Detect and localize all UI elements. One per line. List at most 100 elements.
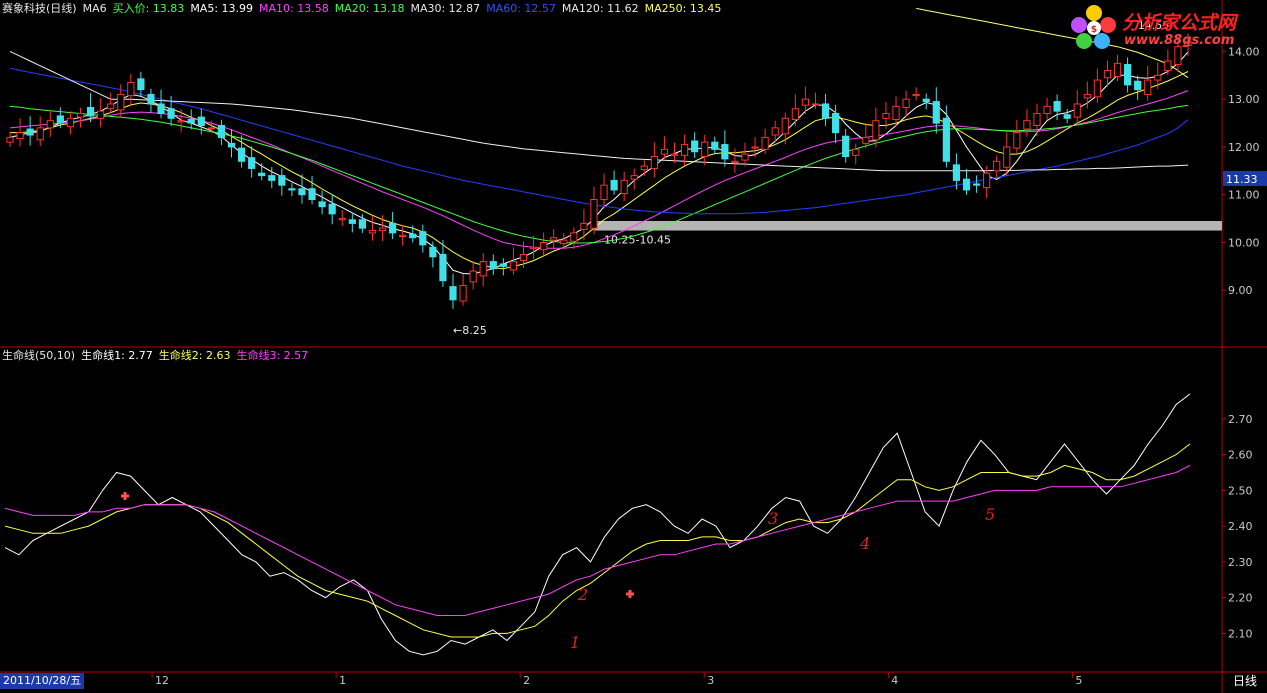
candle-up: [127, 81, 135, 97]
candle-up: [912, 93, 920, 97]
handwritten-marker: 1: [570, 633, 580, 652]
candle-up: [117, 93, 125, 111]
indicator-tick-label: 2.50: [1228, 484, 1253, 497]
candle-up: [1023, 120, 1031, 130]
candle-down: [409, 233, 417, 239]
candle-up: [650, 156, 658, 169]
candle-down: [711, 141, 719, 150]
candle-down: [197, 116, 205, 126]
candle-up: [6, 136, 14, 143]
time-tick-label: 1: [339, 674, 346, 687]
candle-up: [1144, 79, 1152, 95]
buy-signal-marker: [123, 492, 127, 500]
candle-down: [227, 142, 236, 148]
ma30-value: MA30: 12.87: [410, 2, 481, 15]
candle-up: [338, 218, 346, 221]
ma5-value: MA5: 13.99: [190, 2, 254, 15]
flower-icon: $: [1071, 5, 1116, 49]
candle-up: [701, 141, 709, 158]
indicator-tick-label: 2.40: [1228, 520, 1253, 533]
lifeline-1: [4, 393, 1191, 656]
candle-down: [439, 253, 447, 282]
candle-down: [26, 128, 34, 136]
candle-down: [137, 78, 145, 91]
candle-up: [600, 184, 608, 200]
candle-up: [1103, 70, 1112, 79]
ma20-value: MA20: 13.18: [334, 2, 405, 15]
candle-up: [368, 230, 377, 234]
candle-down: [278, 175, 286, 186]
candle-up: [590, 198, 598, 229]
candle-up: [399, 234, 407, 238]
candle-down: [489, 261, 497, 270]
candle-up: [630, 175, 638, 180]
candle-down: [962, 178, 971, 191]
candle-up: [1013, 132, 1021, 149]
candle-up: [1073, 103, 1081, 118]
candle-up: [1113, 62, 1122, 78]
chart-canvas: 9.0010.0011.0012.0013.0014.0010.25-10.45…: [0, 0, 1267, 693]
candle-up: [509, 261, 518, 271]
candle-down: [691, 140, 699, 153]
price-tick-label: 13.00: [1228, 93, 1260, 106]
ma60-value: MA60: 12.57: [486, 2, 556, 15]
candle-up: [459, 284, 467, 302]
candle-up: [751, 146, 759, 149]
candle-up: [680, 144, 689, 156]
candle-down: [721, 144, 729, 160]
ma10-value: MA10: 13.58: [259, 2, 329, 15]
time-tick-label: 2: [523, 674, 530, 687]
candle-down: [499, 263, 507, 267]
candle-up: [670, 153, 679, 156]
support-band: [593, 220, 1222, 231]
candle-up: [771, 127, 779, 136]
lifeline2-value: 生命线2: 2.63: [158, 349, 231, 362]
candle-up: [620, 179, 628, 195]
candle-up: [660, 148, 669, 155]
time-tick-label: 5: [1075, 674, 1082, 687]
candle-up: [66, 117, 75, 128]
price-tick-label: 12.00: [1228, 141, 1260, 154]
candle-down: [157, 103, 165, 115]
candle-down: [972, 183, 981, 186]
candle-down: [1063, 114, 1071, 119]
candle-up: [46, 120, 54, 129]
candle-up: [479, 261, 487, 277]
price-header: 赛象科技(日线) MA6 买入价: 13.83 MA5: 13.99 MA10: 13.…: [2, 2, 727, 16]
candle-down: [358, 219, 366, 229]
candle-up: [1033, 113, 1041, 126]
lifeline-2: [4, 443, 1191, 638]
candle-up: [1043, 105, 1051, 115]
candle-down: [842, 135, 850, 158]
candle-down: [318, 201, 326, 208]
candle-up: [983, 172, 991, 189]
time-tick-label: 12: [155, 674, 169, 687]
candle-down: [942, 117, 950, 162]
time-tick-label: 3: [707, 674, 714, 687]
logo-url: www.88gs.com: [1124, 33, 1235, 48]
candle-up: [640, 165, 648, 171]
candle-up: [378, 227, 387, 232]
candle-up: [741, 153, 749, 161]
current-price-label: 11.33: [1226, 173, 1258, 186]
candle-up: [36, 127, 44, 141]
candle-down: [328, 203, 336, 215]
indicator-tick-label: 2.10: [1228, 627, 1253, 640]
candle-down: [248, 157, 256, 169]
candle-up: [872, 120, 880, 141]
candle-up: [560, 239, 568, 245]
candle-up: [731, 160, 739, 163]
indicator-tick-label: 2.60: [1228, 449, 1253, 462]
candle-down: [1123, 64, 1132, 86]
candle-up: [781, 117, 789, 135]
handwritten-marker: 5: [985, 505, 995, 524]
period-tab[interactable]: 日线: [1233, 673, 1257, 689]
price-tick-label: 9.00: [1228, 284, 1253, 297]
candle-up: [791, 108, 799, 120]
ma-line-ma60: [9, 67, 1189, 215]
candle-down: [821, 103, 830, 119]
candle-down: [268, 175, 276, 181]
price-tick-label: 11.00: [1228, 189, 1260, 202]
handwritten-marker: 4: [859, 534, 870, 553]
indicator-tick-label: 2.20: [1228, 592, 1253, 605]
